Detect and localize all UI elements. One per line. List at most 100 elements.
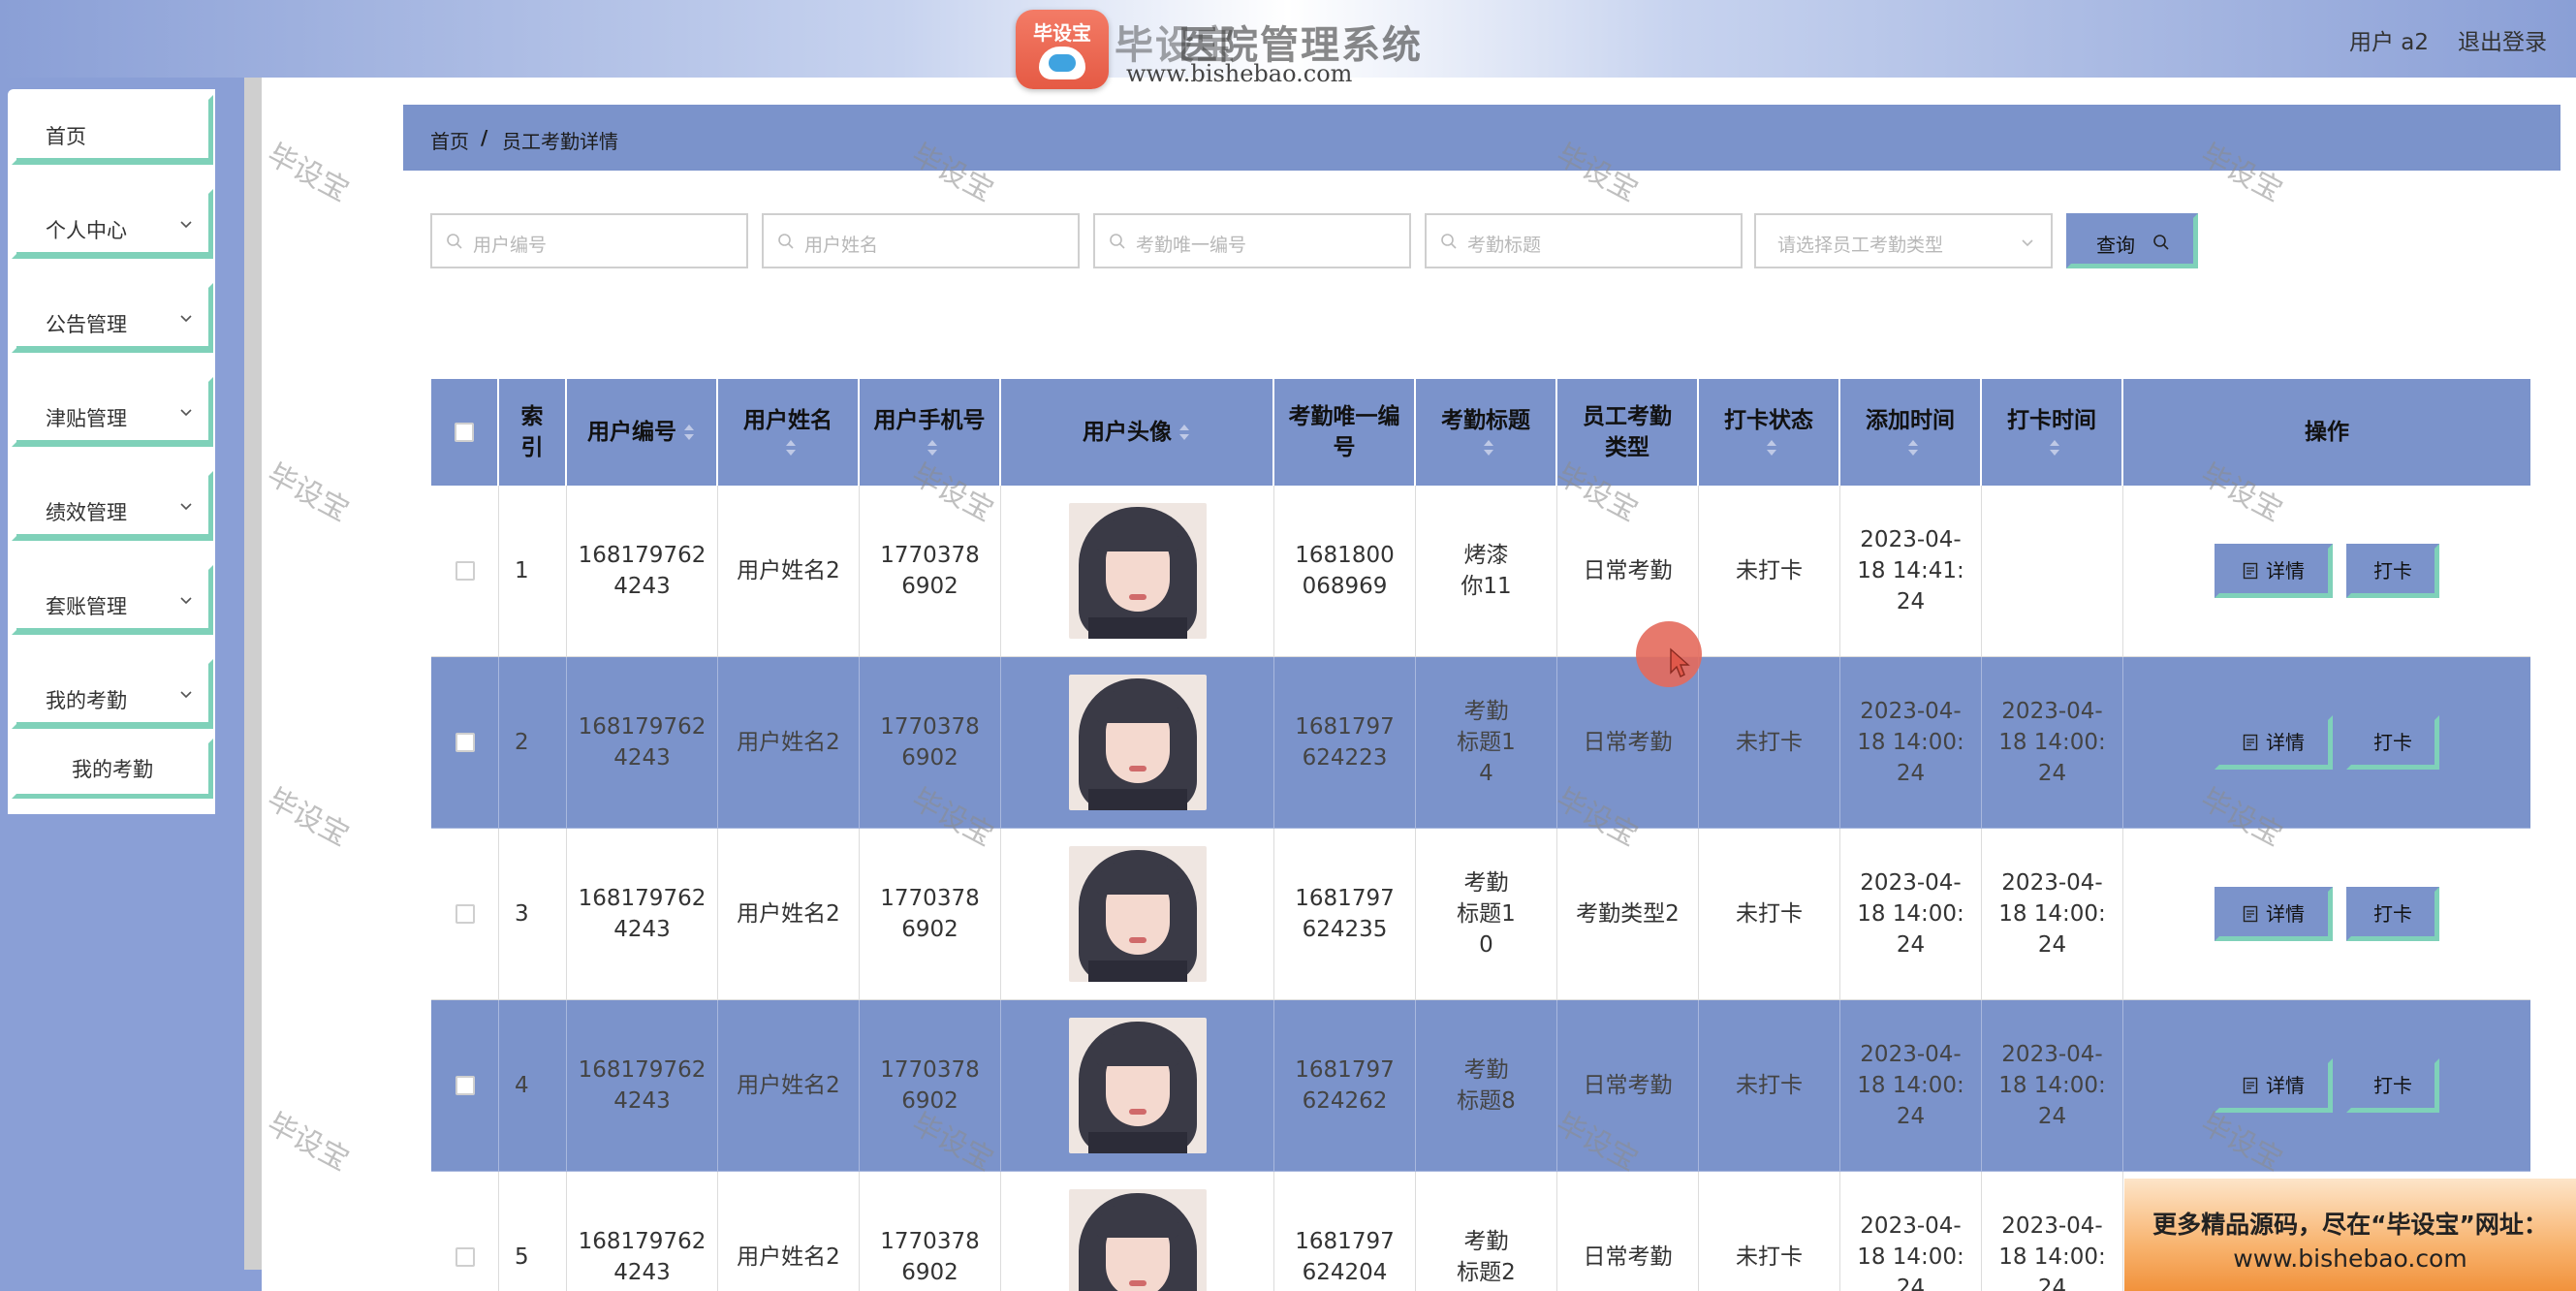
cell-user-name: 用户姓名2	[718, 486, 860, 657]
cell-user-no: 1681797624243	[567, 1172, 718, 1291]
cell-attendance-title: 考勤标题2	[1416, 1172, 1557, 1291]
select-all-checkbox[interactable]	[455, 423, 474, 442]
sort-icon[interactable]	[1765, 436, 1778, 459]
checkin-button[interactable]: 打卡	[2346, 887, 2439, 941]
header-checkin-time[interactable]: 打卡时间	[1982, 379, 2123, 486]
sidebar-item-label: 套账管理	[46, 595, 127, 618]
sidebar-item-label: 我的考勤	[46, 689, 127, 712]
table-row[interactable]: 1 1681797624243 用户姓名2 17703786902 1681800068…	[431, 486, 2530, 657]
header-user-no[interactable]: 用户编号	[567, 379, 718, 486]
row-checkbox[interactable]	[455, 904, 475, 924]
header-index: 索引	[499, 379, 567, 486]
header-checkin-status[interactable]: 打卡状态	[1699, 379, 1840, 486]
cell-checkin-time: 2023-04-18 14:00:24	[1982, 1000, 2123, 1172]
document-icon	[2243, 734, 2258, 751]
cell-attendance-no: 1681797624223	[1274, 657, 1416, 829]
header-added-time[interactable]: 添加时间	[1840, 379, 1982, 486]
sidebar-item-notices[interactable]: 公告管理	[12, 283, 213, 353]
user-name-search-input[interactable]: 用户姓名	[762, 213, 1080, 268]
table-row[interactable]: 3 1681797624243 用户姓名2 17703786902 1681797624…	[431, 829, 2530, 1000]
avatar-cell	[1001, 657, 1274, 829]
header-avatar[interactable]: 用户头像	[1001, 379, 1274, 486]
sidebar-scrollbar[interactable]	[244, 78, 262, 1270]
search-placeholder: 考勤标题	[1467, 235, 1542, 256]
row-checkbox[interactable]	[455, 1247, 475, 1267]
sort-icon[interactable]	[2048, 436, 2061, 459]
sort-icon[interactable]	[1178, 421, 1191, 444]
sidebar-item-label: 津贴管理	[46, 407, 127, 430]
sidebar-item-home[interactable]: 首页	[12, 95, 213, 165]
cell-attendance-no: 1681797624262	[1274, 1000, 1416, 1172]
detail-button-label: 详情	[2266, 731, 2305, 754]
header-attendance-title[interactable]: 考勤标题	[1416, 379, 1557, 486]
breadcrumb-current: 员工考勤详情	[502, 130, 618, 153]
sort-icon[interactable]	[1482, 436, 1495, 459]
cell-user-phone: 17703786902	[860, 829, 1001, 1000]
promo-url: www.bishebao.com	[2233, 1244, 2467, 1273]
actions-cell: 详情 打卡	[2123, 829, 2530, 1000]
cell-added-time: 2023-04-18 14:41:24	[1840, 486, 1982, 657]
actions-cell: 详情 打卡	[2123, 486, 2530, 657]
cell-attendance-no: 1681797624235	[1274, 829, 1416, 1000]
checkin-button[interactable]: 打卡	[2346, 544, 2439, 598]
query-button[interactable]: 查询	[2066, 213, 2198, 268]
sort-icon[interactable]	[1906, 436, 1920, 459]
cell-user-name: 用户姓名2	[718, 1000, 860, 1172]
chevron-down-icon	[180, 691, 192, 699]
avatar-cell	[1001, 1172, 1274, 1291]
breadcrumb-home-link[interactable]: 首页	[430, 126, 469, 154]
sidebar-item-performance[interactable]: 绩效管理	[12, 471, 213, 541]
user-no-search-input[interactable]: 用户编号	[430, 213, 748, 268]
cell-text: 17703786902	[880, 714, 980, 771]
checkin-button[interactable]: 打卡	[2346, 1058, 2439, 1113]
sort-icon[interactable]	[682, 421, 696, 444]
sidebar-subitem-my-attendance[interactable]: 我的考勤	[12, 739, 213, 799]
sort-icon[interactable]	[784, 436, 798, 459]
cell-checkin-time: 2023-04-18 14:00:24	[1982, 829, 2123, 1000]
checkin-button-label: 打卡	[2373, 559, 2412, 583]
header-select-all[interactable]	[431, 379, 499, 486]
avatar	[1068, 503, 1207, 639]
cell-user-name: 用户姓名2	[718, 657, 860, 829]
cell-text: 未打卡	[1736, 1244, 1803, 1270]
cell-text: 未打卡	[1736, 1073, 1803, 1098]
header-actions: 操作	[2123, 379, 2530, 486]
sidebar-item-my-attendance[interactable]: 我的考勤	[12, 659, 213, 729]
header-label: 员工考勤类型	[1583, 404, 1672, 460]
detail-button[interactable]: 详情	[2215, 715, 2333, 770]
cell-added-time: 2023-04-18 14:00:24	[1840, 657, 1982, 829]
cell-attendance-title: 烤漆你11	[1416, 486, 1557, 657]
attendance-title-search-input[interactable]: 考勤标题	[1425, 213, 1743, 268]
attendance-no-search-input[interactable]: 考勤唯一编号	[1093, 213, 1411, 268]
sidebar-item-personal-center[interactable]: 个人中心	[12, 189, 213, 259]
chevron-down-icon	[180, 503, 192, 511]
sidebar-item-label: 个人中心	[46, 219, 127, 242]
detail-button[interactable]: 详情	[2215, 544, 2333, 598]
header-attendance-no[interactable]: 考勤唯一编号	[1274, 379, 1416, 486]
cell-text: 2	[515, 730, 529, 755]
sidebar-item-accounts[interactable]: 套账管理	[12, 565, 213, 635]
header-user-name[interactable]: 用户姓名	[718, 379, 860, 486]
detail-button[interactable]: 详情	[2215, 887, 2333, 941]
row-checkbox[interactable]	[455, 1076, 475, 1095]
select-placeholder: 请选择员工考勤类型	[1777, 235, 1944, 256]
cell-text: 4	[515, 1073, 529, 1098]
cell-text: 1	[515, 558, 529, 583]
cell-text: 用户姓名2	[737, 1244, 840, 1270]
cell-text: 1681797624243	[578, 543, 707, 599]
row-checkbox[interactable]	[455, 561, 475, 581]
promo-banner[interactable]: 更多精品源码，尽在“毕设宝”网址： www.bishebao.com	[2124, 1179, 2576, 1291]
checkin-button[interactable]: 打卡	[2346, 715, 2439, 770]
header-label: 打卡状态	[1724, 408, 1813, 433]
row-actions: 详情 打卡	[2215, 1058, 2439, 1113]
detail-button[interactable]: 详情	[2215, 1058, 2333, 1113]
watermark-text: 毕设宝	[261, 457, 355, 529]
cell-text: 1681797624204	[1295, 1229, 1395, 1285]
cell-text: 未打卡	[1736, 901, 1803, 927]
logout-link[interactable]: 退出登录	[2458, 23, 2547, 56]
row-checkbox[interactable]	[455, 733, 475, 752]
attendance-type-select[interactable]: 请选择员工考勤类型	[1754, 213, 2053, 268]
sidebar-item-allowance[interactable]: 津贴管理	[12, 377, 213, 447]
attendance-table: 索引 用户编号 用户姓名 用户手机号 用户头像 考勤唯一编号 考勤标题 员工考勤…	[431, 379, 2530, 1291]
cell-user-no: 1681797624243	[567, 486, 718, 657]
